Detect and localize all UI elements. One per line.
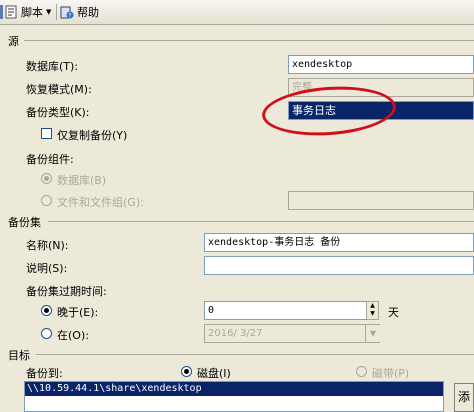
- backup-set-divider: [48, 221, 474, 222]
- backup-component-label: 备份组件:: [26, 153, 74, 166]
- help-icon: ?: [60, 5, 74, 20]
- add-button-label: 添: [457, 390, 470, 404]
- source-section-title: 源: [8, 35, 19, 48]
- expire-on-radio[interactable]: [41, 328, 52, 339]
- backup-to-label: 备份到:: [26, 367, 63, 380]
- expire-after-radio[interactable]: [41, 305, 52, 316]
- expire-days-field[interactable]: 0: [204, 301, 372, 320]
- left-edge-icon: [0, 5, 3, 19]
- stepper-up-icon[interactable]: ▲: [367, 302, 378, 310]
- add-destination-button[interactable]: 添: [454, 383, 474, 412]
- destination-list[interactable]: \\10.59.44.1\share\xendesktop: [24, 381, 444, 412]
- tape-label: 磁带(P): [372, 367, 410, 380]
- backup-set-section-title: 备份集: [8, 216, 41, 229]
- description-label: 说明(S):: [26, 262, 68, 275]
- component-files-label: 文件和文件组(G):: [57, 196, 144, 209]
- help-label: 帮助: [77, 6, 99, 19]
- database-label: 数据库(T):: [26, 60, 79, 73]
- script-icon: [4, 5, 18, 19]
- tape-radio[interactable]: [356, 366, 367, 377]
- database-field[interactable]: xendesktop: [288, 55, 474, 74]
- expiration-label: 备份集过期时间:: [26, 285, 107, 298]
- date-dropdown-chevron-icon: ▼: [365, 325, 380, 342]
- expire-date-field: 2016/ 3/27: [204, 324, 380, 343]
- backup-name-field[interactable]: xendesktop-事务日志 备份: [204, 233, 474, 252]
- copy-only-checkbox[interactable]: [41, 128, 52, 139]
- target-section-title: 目标: [8, 349, 30, 362]
- destination-list-item[interactable]: \\10.59.44.1\share\xendesktop: [25, 382, 443, 396]
- files-field: [288, 191, 474, 210]
- backup-type-label: 备份类型(K):: [26, 106, 90, 119]
- chevron-down-icon: ▼: [46, 8, 52, 16]
- disk-radio[interactable]: [181, 366, 192, 377]
- target-divider: [36, 354, 474, 355]
- recovery-model-label: 恢复模式(M):: [26, 83, 92, 96]
- component-database-radio[interactable]: [41, 173, 52, 184]
- days-unit-label: 天: [388, 306, 399, 319]
- script-button[interactable]: 脚本 ▼: [4, 1, 51, 23]
- toolbar-separator: [56, 4, 57, 20]
- script-label: 脚本: [21, 6, 43, 19]
- expire-on-label: 在(O):: [57, 329, 89, 342]
- expire-after-label: 晚于(E):: [57, 306, 99, 319]
- description-field[interactable]: [204, 256, 474, 275]
- stepper-down-icon[interactable]: ▼: [367, 310, 378, 318]
- source-divider: [24, 40, 474, 41]
- annotation-ellipse: [260, 82, 398, 140]
- component-database-label: 数据库(B): [57, 174, 107, 187]
- component-files-radio[interactable]: [41, 195, 52, 206]
- expire-days-stepper[interactable]: ▲ ▼: [366, 301, 379, 320]
- disk-label: 磁盘(I): [197, 367, 231, 380]
- copy-only-label: 仅复制备份(Y): [57, 129, 128, 142]
- backup-name-label: 名称(N):: [26, 239, 69, 252]
- svg-text:?: ?: [68, 13, 71, 20]
- help-button[interactable]: ? 帮助: [60, 1, 99, 23]
